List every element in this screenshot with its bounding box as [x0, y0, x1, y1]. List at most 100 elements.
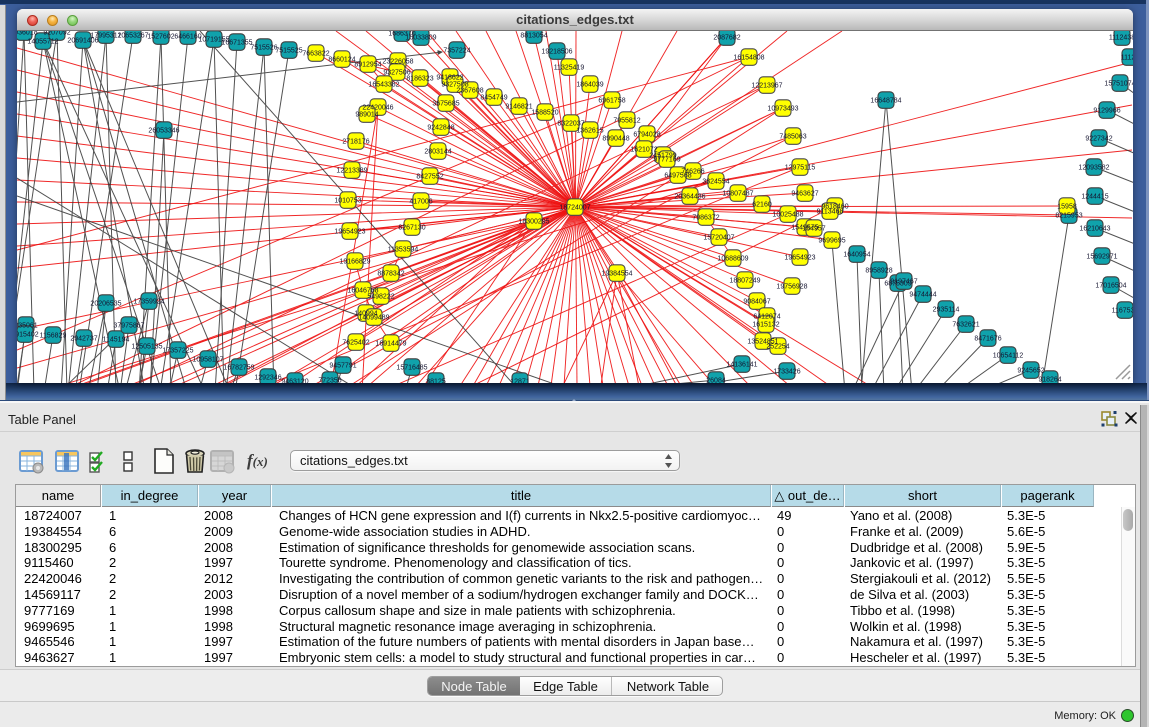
svg-text:7955812: 7955812 — [613, 118, 640, 125]
svg-text:8427552: 8427552 — [416, 174, 443, 181]
svg-text:16543382: 16543382 — [368, 82, 399, 89]
svg-text:7986372: 7986372 — [692, 215, 719, 222]
svg-text:6412074: 6412074 — [753, 314, 780, 321]
svg-text:10025488: 10025488 — [772, 212, 803, 219]
svg-text:15692971: 15692971 — [1086, 254, 1117, 261]
svg-text:20206535: 20206535 — [90, 301, 121, 308]
svg-text:18724007: 18724007 — [559, 205, 590, 212]
svg-text:417006: 417006 — [409, 199, 432, 206]
svg-text:2367608: 2367608 — [456, 88, 483, 95]
svg-text:12871: 12871 — [510, 379, 530, 384]
svg-text:15751074: 15751074 — [1104, 81, 1133, 88]
svg-text:17016504: 17016504 — [1095, 283, 1126, 290]
svg-text:16671355: 16671355 — [221, 40, 252, 47]
svg-text:16154808: 16154808 — [733, 55, 764, 62]
svg-text:1588520: 1588520 — [531, 110, 558, 117]
svg-text:8990448: 8990448 — [602, 136, 629, 143]
svg-text:7515526: 7515526 — [250, 45, 277, 52]
svg-text:23226058: 23226058 — [382, 59, 413, 66]
svg-text:10653267: 10653267 — [117, 33, 148, 40]
svg-text:11353594: 11353594 — [388, 247, 419, 254]
svg-text:2803144: 2803144 — [424, 149, 451, 156]
svg-text:12213389: 12213389 — [336, 168, 367, 175]
svg-text:9457791: 9457791 — [329, 363, 356, 370]
svg-text:7357224: 7357224 — [443, 48, 470, 55]
svg-text:1292346: 1292346 — [254, 375, 281, 382]
svg-text:19384554: 19384554 — [601, 271, 632, 278]
svg-text:9777169: 9777169 — [653, 157, 680, 164]
svg-text:1145194: 1145194 — [103, 337, 130, 344]
svg-text:8912954: 8912954 — [354, 62, 381, 69]
svg-text:8215953: 8215953 — [1055, 213, 1082, 220]
svg-text:19756928: 19756928 — [776, 284, 807, 291]
svg-text:10973493: 10973493 — [767, 106, 798, 113]
svg-text:8322037: 8322037 — [557, 121, 584, 128]
svg-text:9084067: 9084067 — [743, 299, 770, 306]
svg-text:10654112: 10654112 — [993, 353, 1024, 360]
svg-text:19654923: 19654923 — [784, 255, 815, 262]
svg-text:16782759: 16782759 — [223, 365, 254, 372]
svg-text:9197467: 9197467 — [890, 279, 917, 286]
svg-text:26084: 26084 — [706, 378, 726, 384]
svg-text:15720407: 15720407 — [703, 235, 734, 242]
svg-text:1244415: 1244415 — [1081, 194, 1108, 201]
svg-text:10688609: 10688609 — [717, 256, 748, 263]
svg-text:18807249: 18807249 — [729, 278, 760, 285]
svg-text:9245652: 9245652 — [1017, 368, 1044, 375]
svg-text:15716485: 15716485 — [396, 365, 427, 372]
svg-text:252254: 252254 — [766, 344, 789, 351]
svg-text:19166829: 19166829 — [339, 259, 370, 266]
svg-text:9699695: 9699695 — [818, 238, 845, 245]
svg-text:22420046: 22420046 — [362, 105, 393, 112]
svg-text:16033809: 16033809 — [405, 35, 436, 42]
svg-text:10958107: 10958107 — [192, 357, 223, 364]
svg-text:20364436: 20364436 — [674, 194, 705, 201]
svg-text:772356: 772356 — [318, 378, 341, 384]
svg-text:9463120: 9463120 — [281, 379, 308, 384]
svg-text:9129966: 9129966 — [1093, 108, 1120, 115]
svg-text:11124: 11124 — [1121, 55, 1133, 62]
svg-text:7632621: 7632621 — [952, 322, 979, 329]
svg-text:5498222: 5498222 — [367, 294, 394, 301]
svg-text:8454749: 8454749 — [480, 95, 507, 102]
svg-text:18300295: 18300295 — [518, 219, 549, 226]
svg-text:37975867: 37975867 — [113, 323, 144, 330]
svg-text:9418622: 9418622 — [436, 75, 463, 82]
svg-text:2087682: 2087682 — [713, 35, 740, 42]
svg-text:88125: 88125 — [426, 379, 446, 384]
svg-text:1615132: 1615132 — [752, 322, 779, 329]
svg-text:154957: 154957 — [802, 226, 825, 233]
svg-text:3824554: 3824554 — [702, 179, 729, 186]
svg-text:3675685: 3675685 — [432, 101, 459, 108]
svg-text:9227342: 9227342 — [1085, 136, 1112, 143]
svg-text:11325419: 11325419 — [554, 65, 585, 72]
svg-text:6961758: 6961758 — [598, 98, 625, 105]
svg-text:8878342: 8878342 — [377, 271, 404, 278]
svg-text:6497568: 6497568 — [664, 173, 691, 180]
svg-text:7485063: 7485063 — [779, 134, 806, 141]
svg-text:1864039: 1864039 — [576, 82, 603, 89]
svg-text:1112438: 1112438 — [1109, 35, 1133, 42]
svg-text:15958: 15958 — [1057, 204, 1077, 211]
svg-text:16210643: 16210643 — [1079, 226, 1110, 233]
svg-text:9113468: 9113468 — [817, 209, 844, 216]
svg-text:9474444: 9474444 — [909, 292, 936, 299]
svg-text:1362615: 1362615 — [576, 128, 603, 135]
svg-text:9207092: 9207092 — [43, 31, 70, 37]
svg-text:1010753: 1010753 — [334, 198, 361, 205]
svg-text:19218506: 19218506 — [541, 49, 572, 56]
svg-text:989014: 989014 — [355, 112, 378, 119]
svg-text:14099489: 14099489 — [358, 315, 389, 322]
svg-text:6794028: 6794028 — [633, 132, 660, 139]
svg-text:835061: 835061 — [17, 323, 38, 330]
svg-text:62160: 62160 — [752, 202, 772, 209]
svg-text:16914479: 16914479 — [375, 341, 406, 348]
svg-text:17359924: 17359924 — [133, 299, 164, 306]
svg-text:2718176: 2718176 — [342, 139, 369, 146]
svg-text:8471676: 8471676 — [974, 336, 1001, 343]
svg-text:1527602: 1527602 — [147, 34, 174, 41]
svg-text:14055712: 14055712 — [27, 39, 58, 46]
svg-text:10807487: 10807487 — [722, 191, 753, 198]
svg-text:1640954: 1640954 — [843, 252, 870, 259]
svg-text:12505135: 12505135 — [131, 344, 162, 351]
